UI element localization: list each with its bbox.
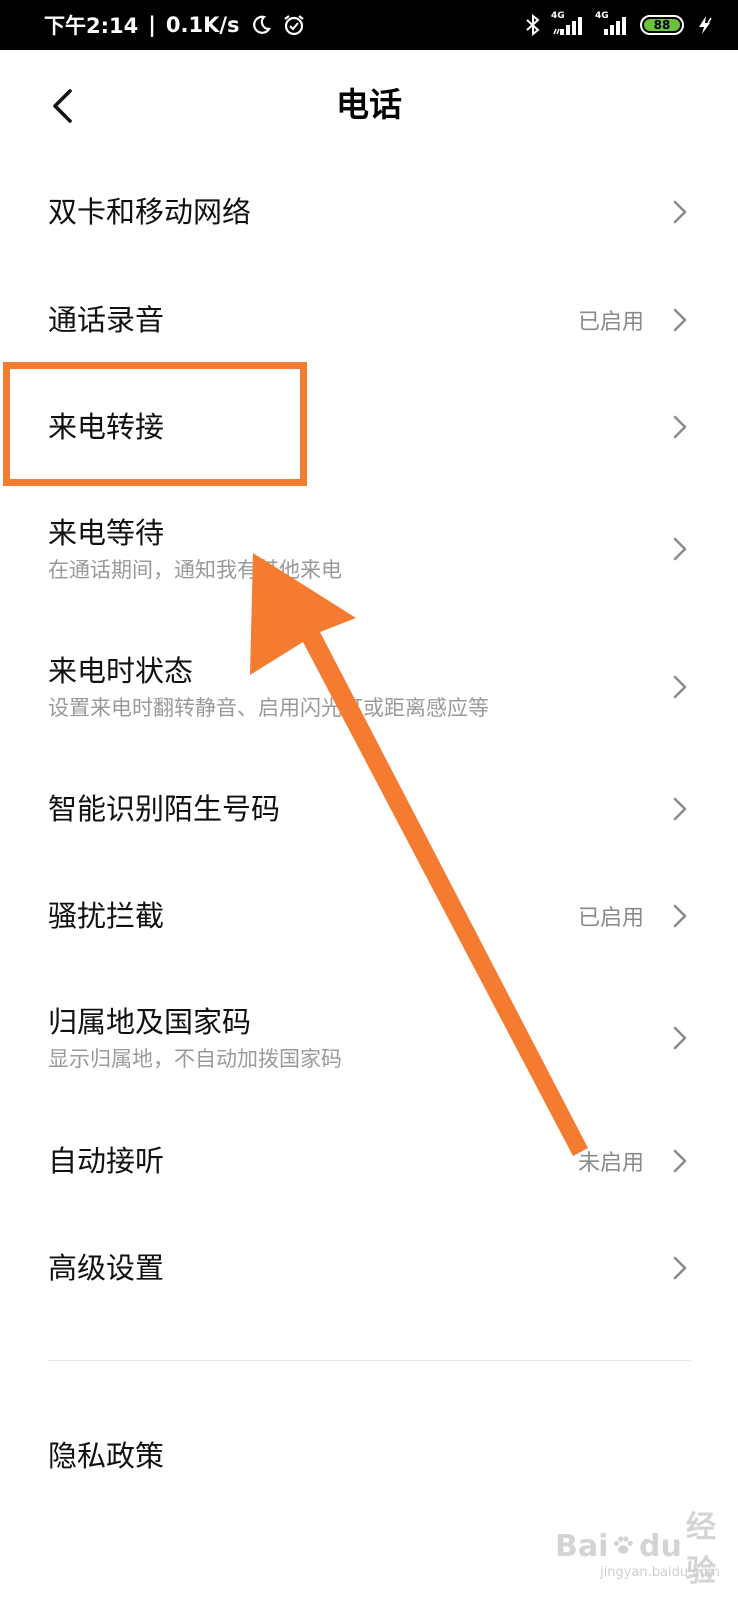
row-value: 已启用 [577,309,644,335]
status-left: 下午2:14 | 0.1K/s [44,10,306,40]
chevron-right-icon [673,537,687,561]
row-subtitle: 设置来电时翻转静音、启用闪光灯或距离感应等 [48,695,489,720]
network-type-2: 4G [595,11,609,21]
row-spam-blocking[interactable]: 骚扰拦截 已启用 [0,862,738,969]
row-call-recording[interactable]: 通话录音 已启用 [0,266,738,373]
signal-icon-sim2: 4G [595,11,630,36]
row-title: 来电等待 [48,516,165,550]
row-value: 已启用 [577,905,644,931]
signal-icon-sim1: 4G [551,11,586,36]
row-subtitle: 显示归属地，不自动加拨国家码 [48,1047,342,1071]
chevron-right-icon [673,415,687,438]
battery-level: 88 [644,18,680,32]
chevron-right-icon [673,904,687,927]
row-auto-answer[interactable]: 自动接听 未启用 [0,1107,738,1214]
row-incoming-call-state[interactable]: 来电时状态 设置来电时翻转静音、启用闪光灯或距离感应等 [0,618,738,755]
row-call-forwarding[interactable]: 来电转接 [0,373,738,480]
row-title: 来电转接 [48,409,165,444]
app-header: 电话 [0,50,738,160]
row-title: 来电时状态 [48,653,194,688]
settings-list-bottom: 隐私政策 [0,1402,738,1510]
moon-icon [250,14,272,36]
row-subtitle: 在通话期间，通知我有其他来电 [48,558,342,582]
row-advanced-settings[interactable]: 高级设置 [0,1214,738,1321]
section-divider [47,1360,691,1361]
row-title: 隐私政策 [48,1439,165,1473]
status-right: 4G 4G 88 [524,11,716,37]
row-dual-sim-network[interactable]: 双卡和移动网络 [0,158,738,266]
chevron-right-icon [673,1256,687,1279]
row-title: 通话录音 [48,302,165,337]
row-smart-caller-id[interactable]: 智能识别陌生号码 [0,755,738,862]
row-title: 高级设置 [48,1250,165,1285]
row-privacy-policy[interactable]: 隐私政策 [0,1402,738,1510]
status-bar: 下午2:14 | 0.1K/s 4G 4G 88 [0,0,738,50]
status-separator: | [148,13,156,37]
row-title: 自动接听 [48,1143,165,1178]
chevron-right-icon [673,1149,687,1172]
chevron-right-icon [673,797,687,820]
row-title: 骚扰拦截 [48,898,165,933]
page-title: 电话 [336,85,402,124]
row-title: 智能识别陌生号码 [48,791,281,826]
battery-icon: 88 [640,15,684,35]
watermark-url: jingyan.baidu.com [600,1565,720,1580]
paw-icon [614,1536,634,1554]
status-time: 下午2:14 [44,14,139,38]
row-value: 未启用 [577,1150,644,1176]
row-location-country-code[interactable]: 归属地及国家码 显示归属地，不自动加拨国家码 [0,969,738,1107]
chevron-right-icon [673,675,687,698]
settings-list: 双卡和移动网络 通话录音 已启用 来电转接 来电等待 在通话期间，通知我有其他来… [0,158,738,1321]
chevron-right-icon [673,200,687,224]
bluetooth-icon [524,13,542,37]
row-title: 双卡和移动网络 [48,195,252,229]
watermark-brand: Bai [555,1528,609,1564]
alarm-icon [282,13,306,37]
chevron-right-icon [673,308,687,331]
chevron-right-icon [673,1026,687,1050]
row-call-waiting[interactable]: 来电等待 在通话期间，通知我有其他来电 [0,480,738,618]
network-type-1: 4G [551,11,565,21]
charging-icon [694,14,716,36]
status-speed: 0.1K/s [165,13,240,37]
row-title: 归属地及国家码 [48,1005,252,1039]
watermark-brand2: du [639,1528,682,1564]
